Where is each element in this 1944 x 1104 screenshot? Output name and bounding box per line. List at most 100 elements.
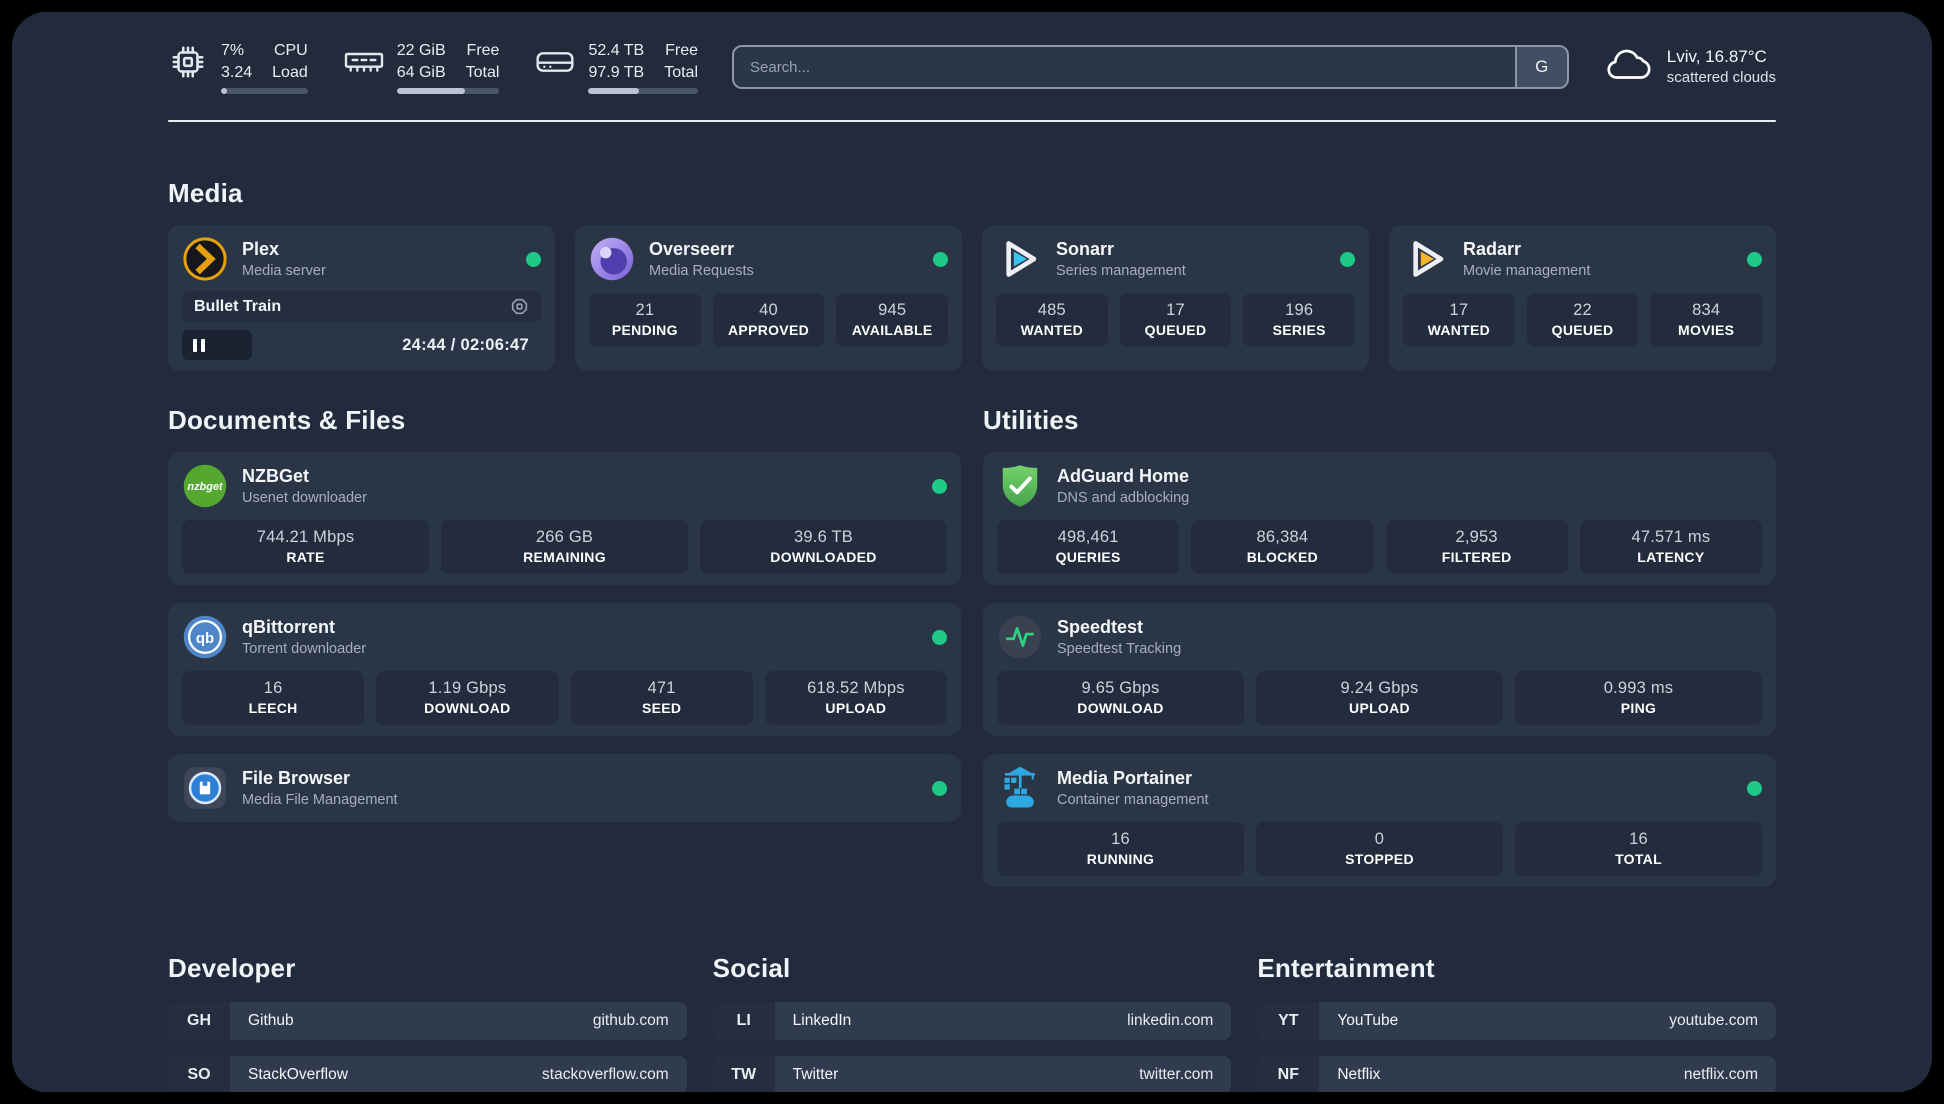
app-subtitle: Torrent downloader: [242, 641, 367, 658]
stat-value: 17: [1166, 301, 1185, 320]
stat-value: 744.21 Mbps: [256, 528, 355, 547]
radarr-icon: [1403, 236, 1449, 282]
app-card-plex[interactable]: Plex Media server Bullet Train 24:44 / 0…: [168, 225, 555, 372]
stat-value: 9.65 Gbps: [1081, 679, 1160, 698]
playback-time: 24:44 / 02:06:47: [402, 335, 529, 354]
stat-total: 16 TOTAL: [1515, 822, 1762, 877]
status-online-dot: [1747, 251, 1762, 267]
link-url: youtube.com: [1669, 1012, 1758, 1030]
weather-condition: scattered clouds: [1666, 69, 1776, 87]
disk-progress-bar: [588, 88, 698, 95]
stat-series: 196 SERIES: [1243, 293, 1356, 348]
link-netflix[interactable]: NF Netflix netflix.com: [1257, 1056, 1776, 1092]
link-stackoverflow[interactable]: SO StackOverflow stackoverflow.com: [168, 1056, 687, 1092]
cpu-icon: [168, 42, 208, 82]
ram-icon: [344, 42, 384, 82]
stat-label: QUERIES: [1055, 549, 1121, 566]
stat-value: 86,384: [1256, 528, 1309, 547]
stat-value: 945: [878, 301, 907, 320]
weather-location-temperature: Lviv, 16.87°C: [1666, 46, 1767, 66]
stat-ping: 0.993 ms PING: [1515, 671, 1762, 726]
app-card-nzbget[interactable]: nzbget NZBGet Usenet downloader 744.21 M…: [168, 452, 961, 586]
media-section: Plex Media server Bullet Train 24:44 / 0…: [168, 225, 1776, 372]
app-card-qbittorrent[interactable]: qb qBittorrent Torrent downloader 16 LEE…: [168, 603, 961, 737]
stat-label: PENDING: [611, 322, 678, 339]
app-card-portainer[interactable]: Media Portainer Container management 16 …: [983, 754, 1776, 888]
app-card-sonarr[interactable]: Sonarr Series management 485 WANTED 17 Q…: [982, 225, 1369, 372]
stat-label: PING: [1620, 700, 1657, 717]
disk-total-label: Total: [664, 63, 698, 81]
sonarr-icon: [996, 236, 1042, 282]
section-title-entertainment: Entertainment: [1257, 953, 1435, 984]
stat-label: DOWNLOAD: [1077, 700, 1164, 717]
section-title-documents: Documents & Files: [168, 405, 406, 436]
search-engine-button[interactable]: G: [1514, 47, 1567, 88]
playback-progress-bar[interactable]: 24:44 / 02:06:47: [182, 330, 541, 361]
stat-upload: 618.52 Mbps UPLOAD: [764, 671, 947, 726]
stat-wanted: 485 WANTED: [996, 293, 1108, 348]
developer-section: Developer GH Github github.com SO StackO…: [168, 953, 687, 1092]
stat-running: 16 RUNNING: [997, 822, 1244, 877]
cpu-usage-value: 7%: [221, 42, 245, 59]
adguard-icon: [997, 463, 1043, 509]
system-monitors: 7% 3.24 CPU Load 22 GiB 64 GiB Free Tota…: [168, 40, 698, 95]
app-card-speedtest[interactable]: Speedtest Speedtest Tracking 9.65 Gbps D…: [983, 603, 1776, 737]
app-card-radarr[interactable]: Radarr Movie management 17 WANTED 22 QUE…: [1389, 225, 1776, 372]
pause-icon[interactable]: [193, 338, 205, 352]
stat-label: BLOCKED: [1246, 549, 1319, 566]
cpu-usage-label: CPU: [273, 42, 308, 59]
app-title: AdGuard Home: [1057, 465, 1190, 486]
stat-approved: 40 APPROVED: [712, 293, 825, 348]
stat-label: FILTERED: [1441, 549, 1512, 566]
filebrowser-icon: [182, 765, 228, 811]
stat-label: QUEUED: [1144, 322, 1207, 339]
app-subtitle: Movie management: [1463, 263, 1591, 280]
stat-queued: 22 QUEUED: [1526, 293, 1639, 348]
header-divider: [168, 120, 1776, 123]
section-title-utilities: Utilities: [983, 405, 1079, 436]
app-subtitle: Usenet downloader: [242, 490, 367, 507]
stat-value: 618.52 Mbps: [807, 679, 905, 698]
stat-label: WANTED: [1427, 322, 1491, 339]
now-playing-title: Bullet Train: [194, 297, 282, 315]
app-card-filebrowser[interactable]: File Browser Media File Management: [168, 754, 961, 823]
stat-label: QUEUED: [1551, 322, 1614, 339]
search-bar[interactable]: G: [732, 45, 1569, 90]
svg-text:qb: qb: [196, 630, 214, 647]
ram-free-value: 22 GiB: [396, 42, 446, 59]
search-input[interactable]: [734, 47, 1515, 88]
stat-wanted: 17 WANTED: [1403, 293, 1515, 348]
stat-seed: 471 SEED: [570, 671, 753, 726]
stat-blocked: 86,384 BLOCKED: [1191, 520, 1374, 575]
link-github[interactable]: GH Github github.com: [168, 1002, 687, 1041]
stat-label: LEECH: [248, 700, 298, 717]
stat-value: 196: [1285, 301, 1314, 320]
nzbget-icon: nzbget: [182, 463, 228, 509]
link-abbreviation: LI: [712, 1002, 775, 1041]
status-online-dot: [933, 251, 948, 267]
status-online-dot: [1340, 251, 1355, 267]
stat-value: 498,461: [1057, 528, 1119, 547]
app-subtitle: Speedtest Tracking: [1057, 641, 1182, 658]
ram-free-label: Free: [466, 42, 500, 59]
stat-label: UPLOAD: [1349, 700, 1410, 717]
camera-icon: [510, 297, 529, 316]
link-name: LinkedIn: [792, 1012, 852, 1030]
disk-total-value: 97.9 TB: [588, 63, 645, 81]
stat-available: 945 AVAILABLE: [836, 293, 949, 348]
stat-label: SERIES: [1272, 322, 1326, 339]
stat-stopped: 0 STOPPED: [1256, 822, 1503, 877]
stat-label: WANTED: [1020, 322, 1084, 339]
link-youtube[interactable]: YT YouTube youtube.com: [1257, 1002, 1776, 1041]
link-twitter[interactable]: TW Twitter twitter.com: [712, 1056, 1232, 1092]
stat-value: 47.571 ms: [1631, 528, 1711, 547]
app-subtitle: Media File Management: [242, 792, 398, 809]
link-linkedin[interactable]: LI LinkedIn linkedin.com: [712, 1002, 1232, 1041]
app-card-overseerr[interactable]: Overseerr Media Requests 21 PENDING 40 A…: [575, 225, 962, 372]
stat-value: 2,953: [1455, 528, 1498, 547]
app-card-adguard[interactable]: AdGuard Home DNS and adblocking 498,461 …: [983, 452, 1776, 586]
app-title: Plex: [242, 238, 280, 259]
link-abbreviation: YT: [1257, 1002, 1320, 1041]
stat-movies: 834 MOVIES: [1650, 293, 1763, 348]
stat-leech: 16 LEECH: [182, 671, 365, 726]
